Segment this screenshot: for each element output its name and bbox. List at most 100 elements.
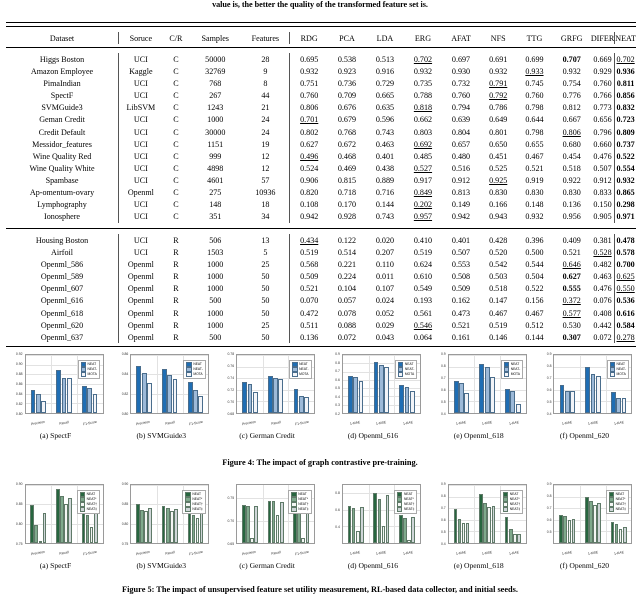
col-header-neat: NEAT <box>614 32 636 45</box>
bar <box>616 397 622 413</box>
bar <box>144 510 148 543</box>
cell-features: 24 <box>261 115 270 125</box>
cell-difer: 0.773 <box>593 103 612 113</box>
col-header-erg: ERG <box>414 33 432 43</box>
table-row: Openml_616 Openml R 500 50 0.070 0.057 0.024 0.1… <box>6 294 636 308</box>
panel-caption: (e) Openml_618 <box>453 561 504 570</box>
cell-samples: 267 <box>209 91 222 101</box>
bar-group <box>30 485 47 543</box>
cell-cr: R <box>173 284 179 294</box>
table-row: Openml_607 Openml R 1000 50 0.521 0.104 0.107 0.… <box>6 282 636 295</box>
cell-lda: 0.743 <box>375 127 395 137</box>
y-tick-label: 0.4 <box>440 412 446 416</box>
cell-erg: 0.610 <box>413 272 433 282</box>
col-header-difer: DIFER <box>590 33 615 43</box>
legend-label: MOTA <box>616 371 626 376</box>
chart-fig4d: 0.2 0.3 0.4 0.5 0.6 0.7 0.8 0.9 NEAT NEAT- MOTA 1-M… <box>323 350 423 428</box>
bar <box>167 375 173 413</box>
plot-area: NEAT NEAT* NEAT† NEAT‡ <box>24 484 104 544</box>
cell-features: 25 <box>261 260 270 270</box>
cell-neat: 0.809 <box>614 126 636 139</box>
y-tick-label: 0.8 <box>335 490 340 495</box>
bar <box>351 508 356 543</box>
cell-samples: 1000 <box>207 308 224 318</box>
cell-dataset: Spambase <box>45 175 79 185</box>
x-tick-label: F1-Score <box>188 419 204 427</box>
legend-label: NEAT‡ <box>298 506 309 511</box>
cell-samples: 1151 <box>207 139 224 149</box>
cell-erg: 0.803 <box>413 127 433 137</box>
chart-fig5a: 0.75 0.80 0.85 0.90 NEAT NEAT* NEAT† NEAT‡ Preci… <box>6 480 106 558</box>
cell-dataset: Openml_620 <box>40 320 84 330</box>
bar-group <box>373 355 390 413</box>
legend-label: NEAT- <box>193 366 203 371</box>
cell-afat: 0.794 <box>451 103 471 113</box>
x-tick-label: 1-MSE <box>481 550 493 556</box>
panel-caption: (e) Openml_618 <box>453 431 504 440</box>
y-tick-label: 0.6 <box>335 377 340 382</box>
bar <box>399 384 405 413</box>
col-header-grfg: GRFG <box>560 33 583 43</box>
cell-afat: 0.912 <box>451 175 471 185</box>
cell-pca: 0.072 <box>337 332 357 342</box>
legend-label: NEAT* <box>298 496 309 501</box>
bar <box>348 375 353 413</box>
y-tick-label: 0.9 <box>440 352 446 356</box>
cell-features: 5 <box>263 248 268 258</box>
cell-source: UCI <box>118 150 163 163</box>
cell-grfg: 0.932 <box>562 67 581 77</box>
y-tick-label: 0.7 <box>440 376 446 380</box>
cell-grfg: 0.136 <box>562 200 581 210</box>
legend-label: NEAT* <box>86 496 97 501</box>
cell-cr: C <box>173 212 179 222</box>
cell-samples: 275 <box>209 188 222 198</box>
cell-cr: C <box>173 151 179 161</box>
gridline <box>343 413 420 414</box>
x-tick-label: 1-MAE <box>561 550 573 556</box>
y-tick-label: 0.84 <box>15 392 23 396</box>
legend-label: NEAT* <box>404 496 414 501</box>
chart-legend: NEAT NEAT* NEAT† NEAT‡ <box>394 489 418 514</box>
col-header-c-r: C/R <box>169 33 183 43</box>
cell-pca: 0.736 <box>337 79 357 89</box>
legend-item: MOTA <box>186 371 203 377</box>
bar <box>193 389 198 413</box>
cell-rdg: 0.496 <box>289 150 328 163</box>
cell-difer: 0.476 <box>593 151 612 161</box>
chart-panel-fig5e: 0.4 0.5 0.6 0.7 0.8 0.9 NEAT NEAT* NEAT† NEAT‡ 1-M… <box>427 480 530 570</box>
bar <box>461 523 466 543</box>
cell-afat: 0.401 <box>451 236 471 246</box>
cell-ttg: 0.521 <box>525 163 544 173</box>
bar <box>453 509 458 543</box>
chart-legend: NEAT NEAT- MOTA <box>183 359 206 379</box>
x-tick-label: 1-RAE <box>508 550 519 556</box>
bar <box>293 510 297 543</box>
cell-neat: 0.550 <box>614 282 636 295</box>
cell-source: Openml <box>118 307 163 320</box>
y-tick-label: 0.8 <box>546 364 552 368</box>
col-header-samples: Samples <box>201 33 229 43</box>
plot-area: NEAT NEAT* NEAT† NEAT‡ <box>236 484 316 544</box>
bar <box>384 367 390 413</box>
cell-difer: 0.669 <box>593 55 612 65</box>
bar-group <box>559 355 575 413</box>
cell-features: 18 <box>261 200 270 210</box>
y-tick-label: 0.90 <box>121 482 129 486</box>
cell-dataset: Wine Quality White <box>29 163 95 173</box>
y-tick-label: 0.5 <box>440 400 446 404</box>
cell-cr: R <box>173 272 179 282</box>
bar <box>191 514 196 543</box>
cell-afat: 0.553 <box>451 260 471 270</box>
table-row: Ap-omentum-ovary Openml C 275 10936 0.820 0.71… <box>6 186 636 199</box>
legend-label: NEAT <box>510 361 520 366</box>
table-row: Openml_637 Openml R 500 50 0.136 0.072 0.043 0.0… <box>6 331 636 344</box>
bar <box>278 378 284 413</box>
col-header-soruce: Soruce <box>118 32 163 45</box>
bar-group <box>267 485 284 543</box>
y-tick-label: 0.4 <box>335 394 340 399</box>
cell-rdg: 0.509 <box>289 270 328 283</box>
x-tick-label: 1-MSE <box>587 550 599 556</box>
bar <box>571 518 576 543</box>
bar <box>81 385 87 413</box>
bar-group <box>136 355 152 413</box>
